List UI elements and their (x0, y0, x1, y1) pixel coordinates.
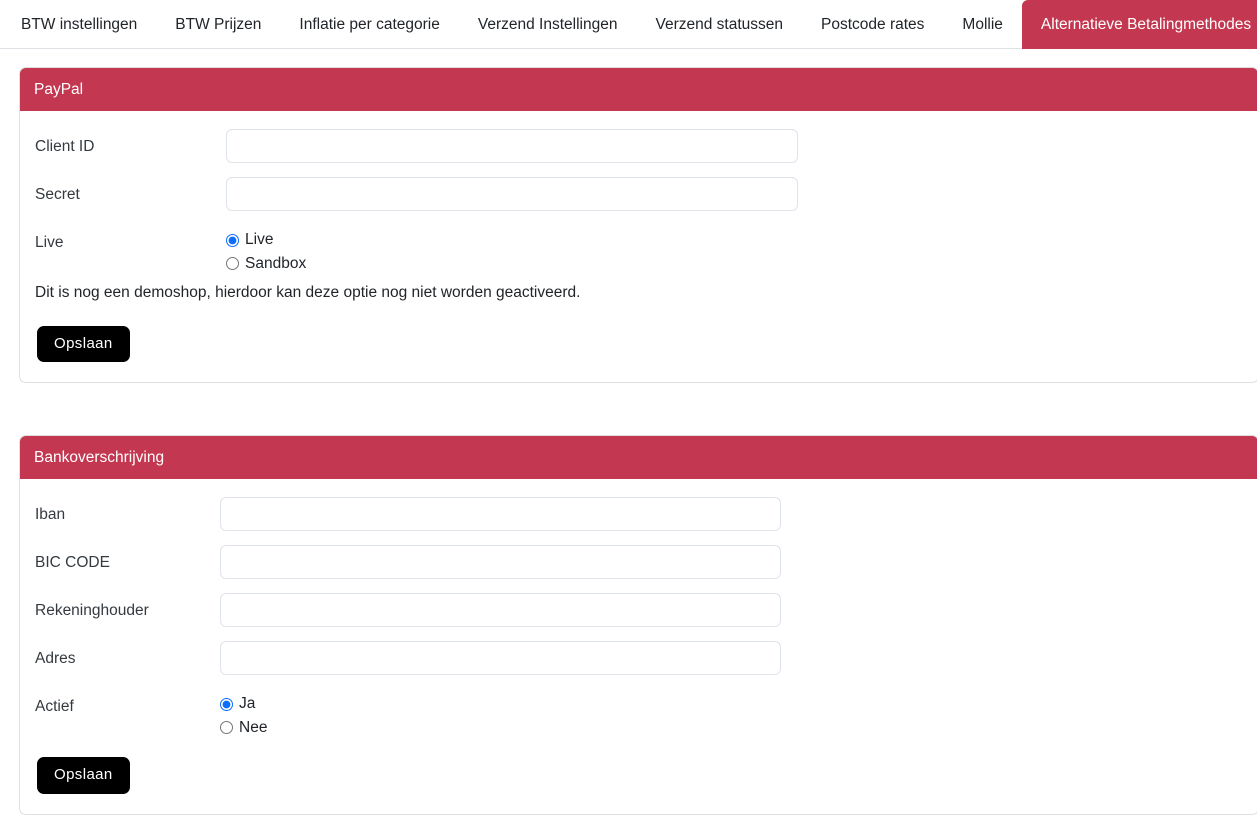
bank-adres-label: Adres (35, 650, 76, 668)
paypal-demoshop-note: Dit is nog een demoshop, hierdoor kan de… (35, 284, 581, 302)
tab-btw-prijzen[interactable]: BTW Prijzen (156, 0, 280, 49)
paypal-radio-live[interactable]: Live (226, 232, 306, 248)
paypal-client-id-row: Client ID (20, 129, 1257, 164)
paypal-save-button[interactable]: Opslaan (37, 325, 130, 363)
bank-iban-input[interactable] (220, 497, 781, 532)
bank-iban-row: Iban (20, 497, 1257, 532)
bank-save-button[interactable]: Opslaan (37, 757, 130, 794)
paypal-secret-row: Secret (20, 177, 1257, 212)
tab-verzend-statussen[interactable]: Verzend statussen (636, 0, 802, 49)
bank-radio-ja[interactable]: Ja (220, 696, 267, 712)
bankoverschrijving-card-body: Iban BIC CODE Rekeninghouder Adres Actie… (20, 479, 1257, 814)
paypal-radio-sandbox-label: Sandbox (245, 254, 307, 272)
tab-btw-instellingen[interactable]: BTW instellingen (2, 0, 156, 49)
bank-actief-radio-group: Ja Nee (220, 689, 267, 735)
bank-adres-input[interactable] (220, 641, 781, 676)
bank-rekeninghouder-row: Rekeninghouder (20, 593, 1257, 628)
tab-alternatieve-betalingmethodes[interactable]: Alternatieve Betalingmethodes (1021, 0, 1257, 49)
paypal-radio-live-label: Live (245, 231, 274, 249)
bank-iban-label: Iban (35, 506, 66, 524)
settings-tab-bar: BTW instellingen BTW Prijzen Inflatie pe… (0, 0, 1257, 49)
paypal-live-row: Live Live Sandbox (20, 225, 1257, 271)
paypal-card: PayPal Client ID Secret Live Live Sandbo… (19, 67, 1257, 384)
bank-rekeninghouder-label: Rekeninghouder (35, 602, 149, 620)
paypal-live-label: Live (35, 234, 64, 252)
bank-radio-nee-label: Nee (239, 718, 268, 736)
paypal-card-body: Client ID Secret Live Live Sandbox Dit i… (20, 111, 1257, 382)
bank-actief-row: Actief Ja Nee (20, 689, 1257, 735)
bank-radio-ja-label: Ja (239, 695, 256, 713)
bank-bic-row: BIC CODE (20, 545, 1257, 580)
paypal-radio-live-input[interactable] (226, 233, 239, 247)
bank-rekeninghouder-input[interactable] (220, 593, 781, 628)
bank-radio-ja-input[interactable] (220, 697, 233, 711)
paypal-mode-radio-group: Live Sandbox (226, 225, 306, 271)
paypal-client-id-label: Client ID (35, 138, 95, 156)
tab-inflatie-per-categorie[interactable]: Inflatie per categorie (280, 0, 458, 49)
tab-mollie[interactable]: Mollie (943, 0, 1021, 49)
bank-actief-label: Actief (35, 698, 74, 716)
bank-bic-input[interactable] (220, 545, 781, 580)
paypal-secret-label: Secret (35, 186, 80, 204)
bankoverschrijving-card-title: Bankoverschrijving (20, 436, 1257, 480)
bankoverschrijving-card: Bankoverschrijving Iban BIC CODE Rekenin… (19, 435, 1257, 815)
bank-radio-nee[interactable]: Nee (220, 720, 267, 736)
bank-bic-label: BIC CODE (35, 554, 110, 572)
bank-radio-nee-input[interactable] (220, 721, 233, 735)
paypal-client-id-input[interactable] (226, 129, 798, 164)
tab-verzend-instellingen[interactable]: Verzend Instellingen (459, 0, 637, 49)
bank-adres-row: Adres (20, 641, 1257, 676)
settings-page-content: PayPal Client ID Secret Live Live Sandbo… (0, 49, 1257, 815)
paypal-radio-sandbox-input[interactable] (226, 257, 239, 271)
paypal-card-title: PayPal (20, 68, 1257, 112)
tab-postcode-rates[interactable]: Postcode rates (802, 0, 943, 49)
paypal-radio-sandbox[interactable]: Sandbox (226, 256, 306, 272)
paypal-secret-input[interactable] (226, 177, 798, 212)
